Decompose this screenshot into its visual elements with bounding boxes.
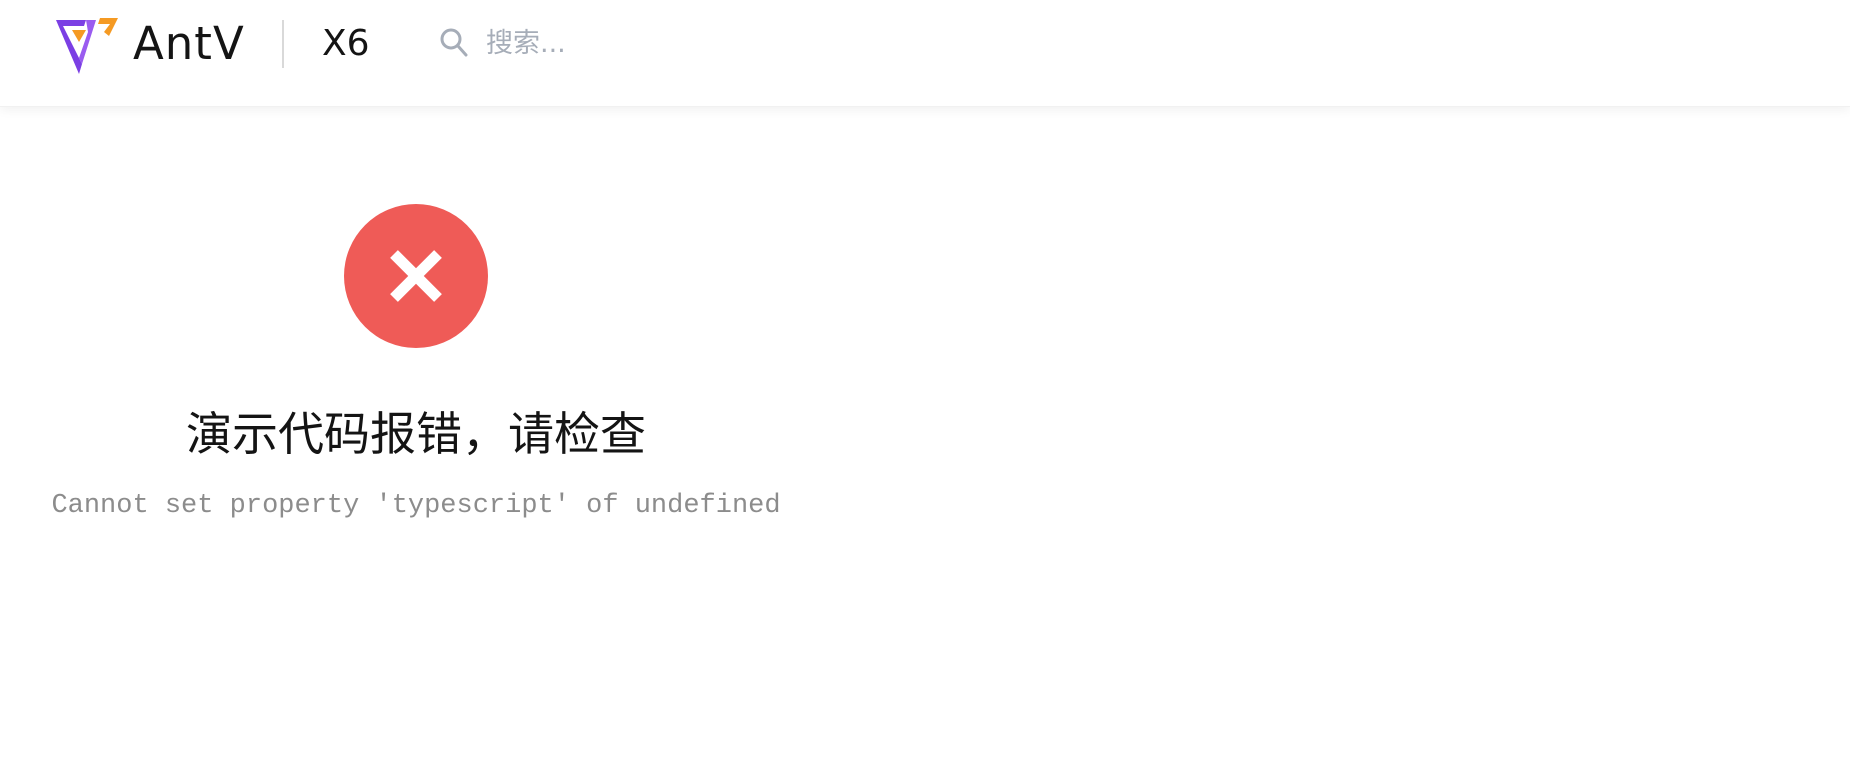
error-badge — [344, 204, 488, 348]
product-name[interactable]: X6 — [322, 14, 370, 74]
error-message: Cannot set property 'typescript' of unde… — [51, 491, 781, 521]
close-icon — [390, 250, 442, 302]
header-divider — [282, 20, 284, 68]
error-title: 演示代码报错，请检查 — [186, 407, 646, 461]
top-navbar: AntV X6 — [0, 0, 1850, 107]
antv-logo-icon[interactable] — [52, 16, 120, 76]
search-icon — [440, 26, 468, 60]
search-input[interactable] — [486, 22, 716, 64]
brand-name[interactable]: AntV — [133, 14, 245, 74]
search-box[interactable] — [440, 20, 720, 68]
error-panel: 演示代码报错，请检查 Cannot set property 'typescri… — [0, 106, 832, 526]
